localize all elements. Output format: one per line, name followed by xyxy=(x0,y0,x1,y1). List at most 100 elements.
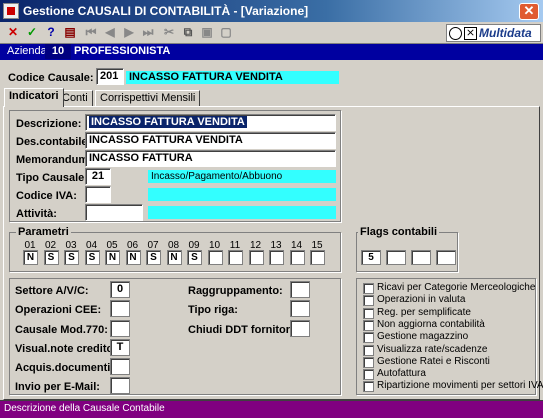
tab-corrispettivi[interactable]: Corrispettivi Mensili xyxy=(95,90,201,106)
attivita-description xyxy=(148,206,336,219)
tipo-causale-label: Tipo Causale: xyxy=(16,172,88,184)
cancel-icon[interactable]: ✕ xyxy=(6,25,20,39)
raggruppamento-field[interactable] xyxy=(290,281,310,298)
parametro-box[interactable] xyxy=(228,250,243,265)
tab-conti-label: Conti xyxy=(62,92,88,104)
codice-iva-label: Codice IVA: xyxy=(16,190,77,202)
checkbox-label: Ricavi per Categorie Merceologiche xyxy=(377,282,536,293)
flag-box-3[interactable] xyxy=(411,250,431,265)
checkbox[interactable] xyxy=(363,319,374,331)
close-button[interactable]: ✕ xyxy=(519,3,539,20)
circle-icon xyxy=(449,27,462,40)
checkbox[interactable] xyxy=(363,283,374,294)
azienda-code: 10 xyxy=(45,44,71,59)
causale-770-field[interactable] xyxy=(110,320,130,337)
causale-770-label: Causale Mod.770: xyxy=(15,324,108,336)
acquis-documenti-label: Acquis.documenti: xyxy=(15,362,115,374)
azienda-name: PROFESSIONISTA xyxy=(74,45,171,57)
visual-note-field[interactable]: T xyxy=(110,339,130,356)
checkbox[interactable] xyxy=(363,332,374,344)
parametro-box[interactable] xyxy=(248,250,264,265)
causale-description: INCASSO FATTURA VENDITA xyxy=(126,71,339,84)
next-record-icon[interactable]: ▶ xyxy=(122,25,136,39)
azienda-label: Azienda: xyxy=(7,45,50,57)
parametro-box[interactable]: S xyxy=(146,250,161,265)
app-icon xyxy=(3,3,19,19)
descrizione-value: INCASSO FATTURA VENDITA xyxy=(89,116,247,128)
chiudi-ddt-field[interactable] xyxy=(290,320,310,337)
checkbox-label: Autofattura xyxy=(377,368,426,380)
azienda-bar: Azienda: 10 PROFESSIONISTA xyxy=(0,44,543,60)
operazioni-cee-label: Operazioni CEE: xyxy=(15,304,102,316)
box-x-icon: ⨯ xyxy=(464,27,477,40)
parametro-box[interactable] xyxy=(269,250,284,265)
checkbox[interactable] xyxy=(363,344,374,356)
parametro-box[interactable] xyxy=(310,250,325,265)
flag-box-4[interactable] xyxy=(436,250,456,265)
logo-text: Multidata xyxy=(479,26,532,40)
first-record-icon[interactable]: ⏮ xyxy=(84,25,98,39)
checkbox[interactable] xyxy=(363,369,374,381)
codice-causale-label: Codice Causale: xyxy=(8,72,94,84)
title-bar: Gestione CAUSALI DI CONTABILITÀ - [Varia… xyxy=(0,0,543,22)
parametro-box[interactable]: N xyxy=(166,250,182,265)
codice-iva-field[interactable] xyxy=(85,186,111,203)
acquis-documenti-field[interactable] xyxy=(110,358,130,375)
operazioni-cee-field[interactable] xyxy=(110,300,130,317)
multidata-logo: ⨯ Multidata xyxy=(446,24,541,42)
parametri-title: Parametri xyxy=(16,226,71,238)
codice-causale-field[interactable]: 201 xyxy=(96,68,124,85)
parametro-box[interactable]: S xyxy=(43,250,59,265)
memorandum-field[interactable]: INCASSO FATTURA xyxy=(85,150,336,167)
codice-iva-description xyxy=(148,188,336,201)
des-contabile-field[interactable]: INCASSO FATTURA VENDITA xyxy=(85,132,336,149)
checkbox-label: Reg. per semplificate xyxy=(377,306,471,318)
settore-avc-field[interactable]: 0 xyxy=(110,281,130,298)
help-icon[interactable]: ? xyxy=(44,25,58,39)
tab-indicatori[interactable]: Indicatori xyxy=(4,88,64,107)
new-icon[interactable]: ▢ xyxy=(219,25,233,39)
checkbox[interactable] xyxy=(363,381,374,393)
checkbox[interactable] xyxy=(363,356,374,368)
tipo-riga-label: Tipo riga: xyxy=(188,304,238,316)
book-icon[interactable]: ▤ xyxy=(63,25,77,39)
parametro-box[interactable]: N xyxy=(23,250,38,265)
checkbox[interactable] xyxy=(363,307,374,319)
settore-avc-label: Settore A/V/C: xyxy=(15,285,89,297)
last-record-icon[interactable]: ⏭ xyxy=(141,25,155,39)
flags-title: Flags contabili xyxy=(358,226,440,238)
paste-icon[interactable]: ▣ xyxy=(200,25,214,39)
tipo-causale-description: Incasso/Pagamento/Abbuono xyxy=(148,170,336,183)
status-text: Descrizione della Causale Contabile xyxy=(4,403,165,414)
tipo-riga-field[interactable] xyxy=(290,300,310,317)
parametro-box[interactable]: S xyxy=(84,250,100,265)
checkbox-label: Gestione magazzino xyxy=(377,331,469,343)
checkbox-label: Visualizza rate/scadenze xyxy=(377,343,488,355)
copy-icon[interactable]: ⧉ xyxy=(181,25,195,39)
parametro-box[interactable] xyxy=(207,250,223,265)
descrizione-field[interactable]: INCASSO FATTURA VENDITA xyxy=(85,114,336,131)
cut-icon[interactable]: ✂ xyxy=(162,25,176,39)
des-contabile-label: Des.contabile: xyxy=(16,136,92,148)
attivita-field[interactable] xyxy=(85,204,143,221)
attivita-label: Attività: xyxy=(16,208,57,220)
memorandum-label: Memorandum: xyxy=(16,154,92,166)
checkbox[interactable] xyxy=(363,295,374,307)
flag-box-1[interactable]: 5 xyxy=(361,250,381,265)
descrizione-label: Descrizione: xyxy=(16,118,82,130)
invio-email-field[interactable] xyxy=(110,377,130,394)
chiudi-ddt-label: Chiudi DDT fornitori: xyxy=(188,324,297,336)
parametro-box[interactable] xyxy=(289,250,305,265)
prev-record-icon[interactable]: ◀ xyxy=(103,25,117,39)
tipo-causale-field[interactable]: 21 xyxy=(85,168,111,185)
visual-note-label: Visual.note credito: xyxy=(15,343,117,355)
status-bar: Descrizione della Causale Contabile xyxy=(0,400,543,418)
parametro-box[interactable]: S xyxy=(187,250,202,265)
window-title: Gestione CAUSALI DI CONTABILITÀ - [Varia… xyxy=(23,4,309,18)
parametro-box[interactable]: N xyxy=(125,250,141,265)
parametro-box[interactable]: N xyxy=(105,250,120,265)
confirm-icon[interactable]: ✓ xyxy=(25,25,39,39)
parametro-box[interactable]: S xyxy=(64,250,79,265)
flag-box-2[interactable] xyxy=(386,250,406,265)
invio-email-label: Invio per E-Mail: xyxy=(15,381,100,393)
